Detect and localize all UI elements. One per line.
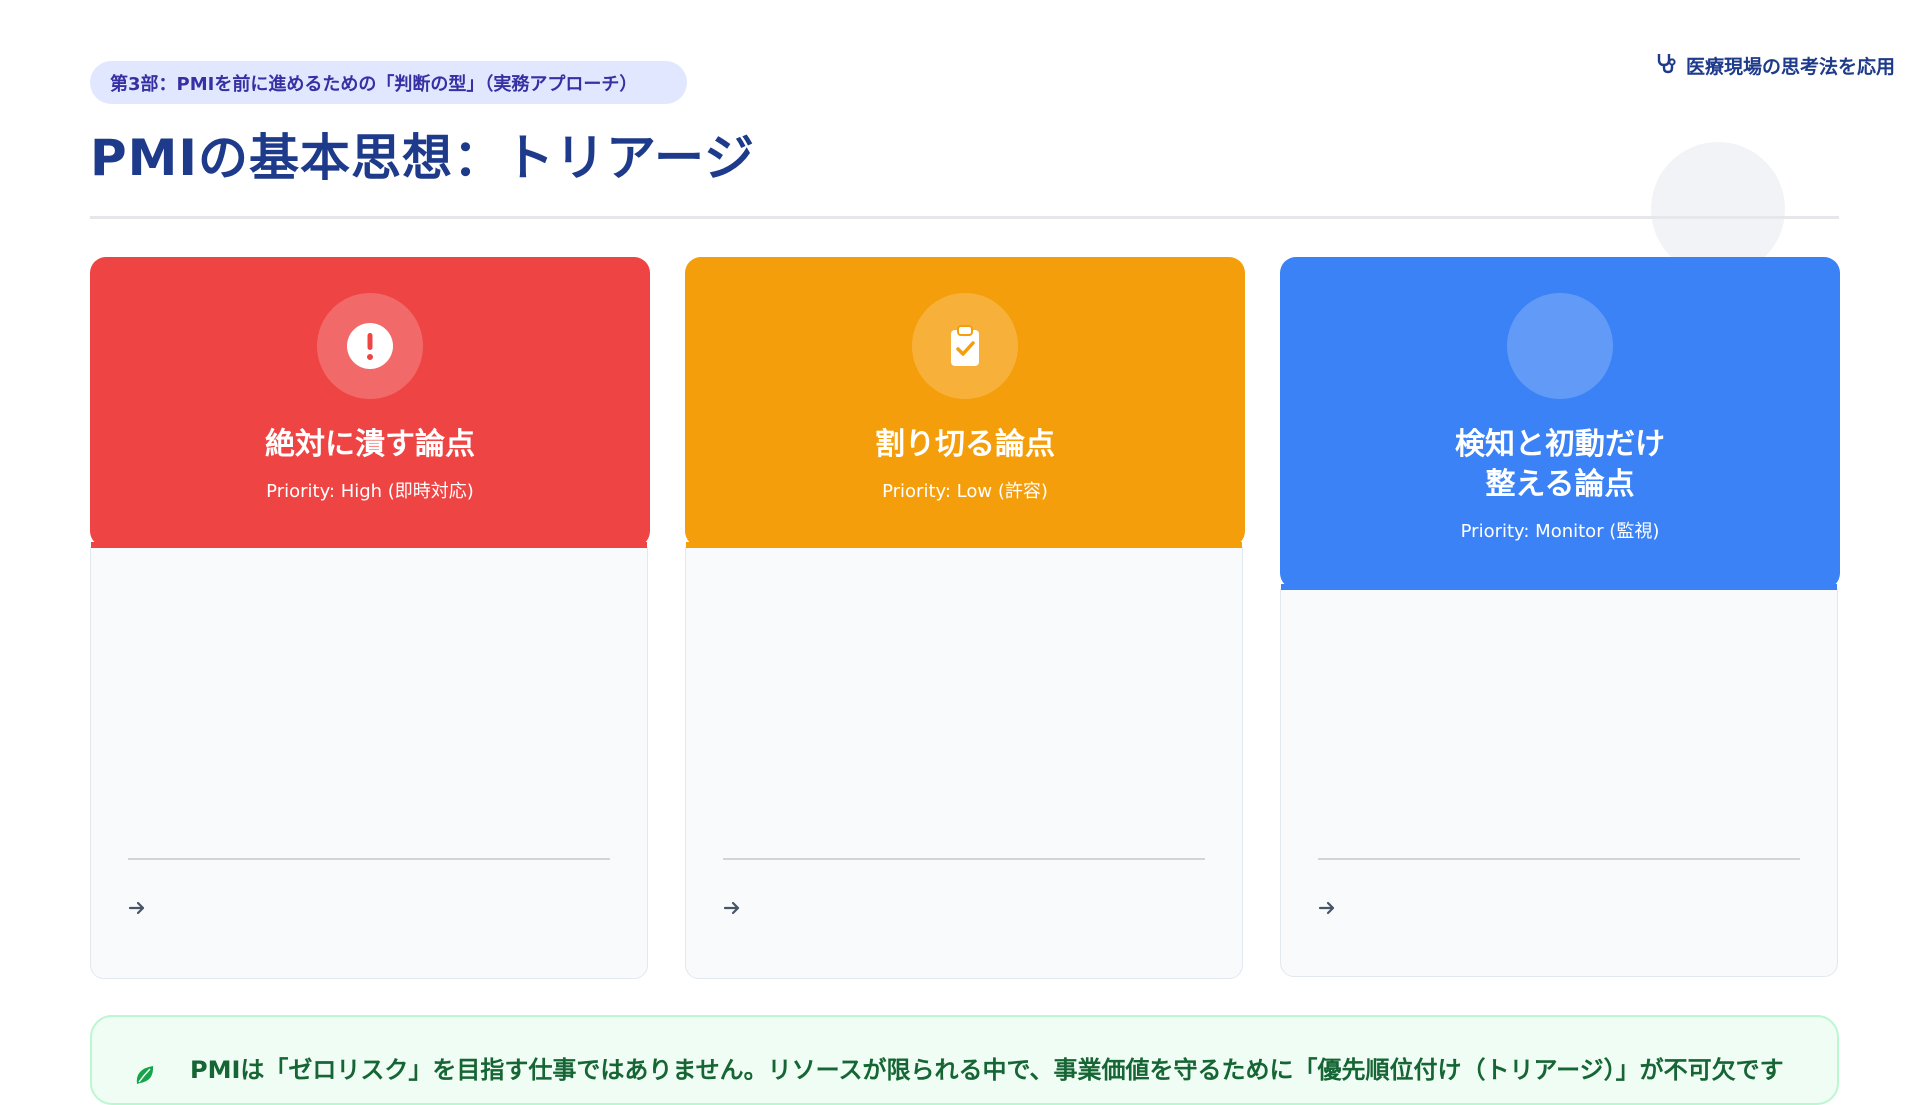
card-priority: Priority: High (即時対応): [266, 481, 474, 502]
header-divider: [90, 216, 1839, 219]
triage-card-low: 割り切る論点 Priority: Low (許容): [685, 257, 1245, 979]
context-note-text: 医療現場の思考法を応用: [1685, 56, 1895, 78]
page-title: PMIの基本思想：トリアージ: [90, 129, 756, 187]
card-header: 割り切る論点 Priority: Low (許容): [685, 257, 1245, 547]
card-title: 絶対に潰す論点: [265, 425, 475, 465]
card-title: 検知と初動だけ 整える論点: [1455, 425, 1665, 505]
exclamation-icon: [317, 293, 423, 399]
card-divider: [723, 858, 1205, 860]
card-priority: Priority: Low (許容): [882, 481, 1048, 502]
card-divider: [1318, 858, 1800, 860]
clipboard-check-icon: [912, 293, 1018, 399]
card-title-line: 割り切る論点: [875, 427, 1055, 462]
card-icon: [1507, 293, 1613, 399]
card-title-line: 絶対に潰す論点: [265, 427, 475, 462]
card-body: [90, 542, 648, 979]
card-title: 割り切る論点: [875, 425, 1055, 465]
card-divider: [128, 858, 610, 860]
stethoscope-icon: [1656, 52, 1676, 79]
key-message-box: PMIは「ゼロリスク」を目指す仕事ではありません。リソースが限られる中で、事業価…: [90, 1015, 1839, 1105]
triage-card-high: 絶対に潰す論点 Priority: High (即時対応): [90, 257, 650, 979]
card-header: 絶対に潰す論点 Priority: High (即時対応): [90, 257, 650, 547]
card-title-line: 整える論点: [1485, 467, 1635, 502]
card-header: 検知と初動だけ 整える論点 Priority: Monitor (監視): [1280, 257, 1840, 589]
slide: 第3部：PMIを前に進めるための「判断の型」（実務アプローチ） PMIの基本思想…: [0, 0, 1920, 1105]
card-title-line: 検知と初動だけ: [1455, 427, 1665, 462]
context-note: 医療現場の思考法を応用: [1656, 52, 1895, 79]
arrow-right-icon: [128, 901, 145, 915]
leaf-icon: [136, 1066, 154, 1084]
arrow-right-icon: [1318, 901, 1335, 915]
section-label: 第3部：PMIを前に進めるための「判断の型」（実務アプローチ）: [90, 61, 688, 104]
arrow-right-icon: [723, 901, 740, 915]
triage-card-monitor: 検知と初動だけ 整える論点 Priority: Monitor (監視): [1280, 257, 1840, 977]
card-priority: Priority: Monitor (監視): [1460, 521, 1660, 542]
card-body: [685, 542, 1243, 979]
card-body: [1280, 584, 1838, 977]
decorative-circle: [1651, 142, 1785, 276]
